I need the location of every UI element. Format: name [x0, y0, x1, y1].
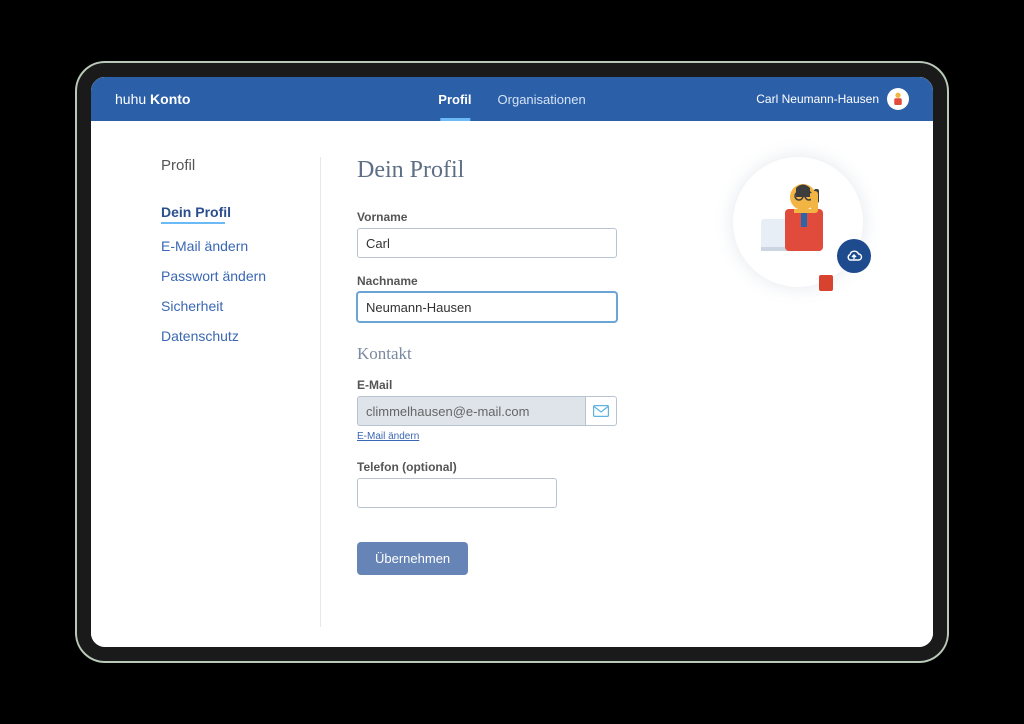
telefon-input[interactable]: [357, 478, 557, 508]
brand: huhu Konto: [115, 91, 190, 107]
sidebar-item-sicherheit[interactable]: Sicherheit: [161, 298, 300, 314]
sidebar-item-passwort-aendern[interactable]: Passwort ändern: [161, 268, 300, 284]
content-area: Profil Dein Profil E-Mail ändern Passwor…: [91, 121, 933, 647]
illustration-column: [733, 157, 893, 627]
telefon-label: Telefon (optional): [357, 460, 693, 474]
brand-name: Konto: [150, 91, 190, 107]
sidebar-item-dein-profil[interactable]: Dein Profil: [161, 204, 300, 224]
nachname-label: Nachname: [357, 274, 693, 288]
field-nachname: Nachname: [357, 274, 693, 322]
nachname-input[interactable]: [357, 292, 617, 322]
mail-icon[interactable]: [585, 396, 617, 426]
sidebar: Profil Dein Profil E-Mail ändern Passwor…: [161, 157, 321, 627]
profile-illustration: [733, 157, 863, 287]
vorname-input[interactable]: [357, 228, 617, 258]
topbar: huhu Konto Profil Organisationen Carl Ne…: [91, 77, 933, 121]
field-telefon: Telefon (optional): [357, 460, 693, 508]
tab-organisationen[interactable]: Organisationen: [498, 77, 586, 121]
sidebar-item-datenschutz[interactable]: Datenschutz: [161, 328, 300, 344]
user-menu[interactable]: Carl Neumann-Hausen: [756, 88, 909, 110]
tablet-frame: huhu Konto Profil Organisationen Carl Ne…: [77, 63, 947, 661]
email-label: E-Mail: [357, 378, 693, 392]
document-icon: [819, 275, 833, 291]
app-screen: huhu Konto Profil Organisationen Carl Ne…: [91, 77, 933, 647]
email-input: [357, 396, 585, 426]
profile-form: Dein Profil Vorname Nachname Kontakt E-M…: [357, 157, 693, 627]
brand-prefix: huhu: [115, 91, 146, 107]
field-vorname: Vorname: [357, 210, 693, 258]
kontakt-heading: Kontakt: [357, 344, 693, 364]
sidebar-title: Profil: [161, 157, 300, 174]
user-display-name: Carl Neumann-Hausen: [756, 92, 879, 106]
tab-profil[interactable]: Profil: [438, 77, 471, 121]
sidebar-item-email-aendern[interactable]: E-Mail ändern: [161, 238, 300, 254]
top-tabs: Profil Organisationen: [438, 77, 585, 121]
page-title: Dein Profil: [357, 157, 693, 184]
submit-button[interactable]: Übernehmen: [357, 542, 468, 575]
field-email: E-Mail E-Mail ändern: [357, 378, 693, 444]
email-change-link[interactable]: E-Mail ändern: [357, 431, 419, 442]
main-panel: Dein Profil Vorname Nachname Kontakt E-M…: [321, 157, 893, 627]
cloud-upload-icon[interactable]: [837, 239, 871, 273]
vorname-label: Vorname: [357, 210, 693, 224]
avatar-icon: [887, 88, 909, 110]
